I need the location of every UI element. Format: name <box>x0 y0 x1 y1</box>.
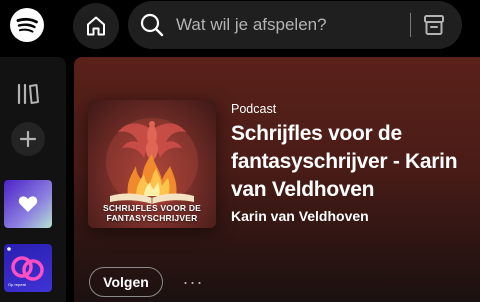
podcast-title: Schrijfles voor de fantasyschrijver - Ka… <box>231 122 458 201</box>
browse-icon[interactable] <box>420 11 448 39</box>
playlist-tile-label: Op repeat <box>8 282 26 287</box>
plus-icon <box>19 130 37 148</box>
playlist-tile-on-repeat[interactable]: Op repeat <box>4 244 52 292</box>
cover-title-line-1: SCHRIJFLES VOOR DE <box>102 203 202 213</box>
search-divider <box>410 13 411 37</box>
spotify-app: Op repeat SCHRIJFLES VOOR DE <box>0 0 480 302</box>
content-type-label: Podcast <box>231 102 277 116</box>
create-playlist-button[interactable] <box>11 122 45 156</box>
search-bar[interactable] <box>128 1 462 49</box>
spotify-logo-glyph <box>16 17 38 33</box>
home-button[interactable] <box>73 3 119 49</box>
search-input[interactable] <box>176 11 396 39</box>
liked-songs-tile[interactable] <box>4 180 52 228</box>
cover-title-line-2: FANTASYSCHRIJVER <box>106 213 198 223</box>
heart-icon <box>18 196 38 212</box>
home-icon <box>87 16 105 36</box>
follow-button[interactable]: Volgen <box>89 267 163 297</box>
podcast-header: SCHRIJFLES VOOR DE FANTASYSCHRIJVER Podc… <box>74 57 480 302</box>
more-options-icon: ··· <box>182 271 204 292</box>
spotify-logo-icon[interactable] <box>10 8 44 42</box>
more-options-button[interactable]: ··· <box>178 269 208 295</box>
podcast-author-link[interactable]: Karin van Veldhoven <box>231 208 369 224</box>
library-icon[interactable] <box>15 81 41 107</box>
podcast-cover-art: SCHRIJFLES VOOR DE FANTASYSCHRIJVER <box>88 100 216 228</box>
search-icon <box>140 13 164 37</box>
